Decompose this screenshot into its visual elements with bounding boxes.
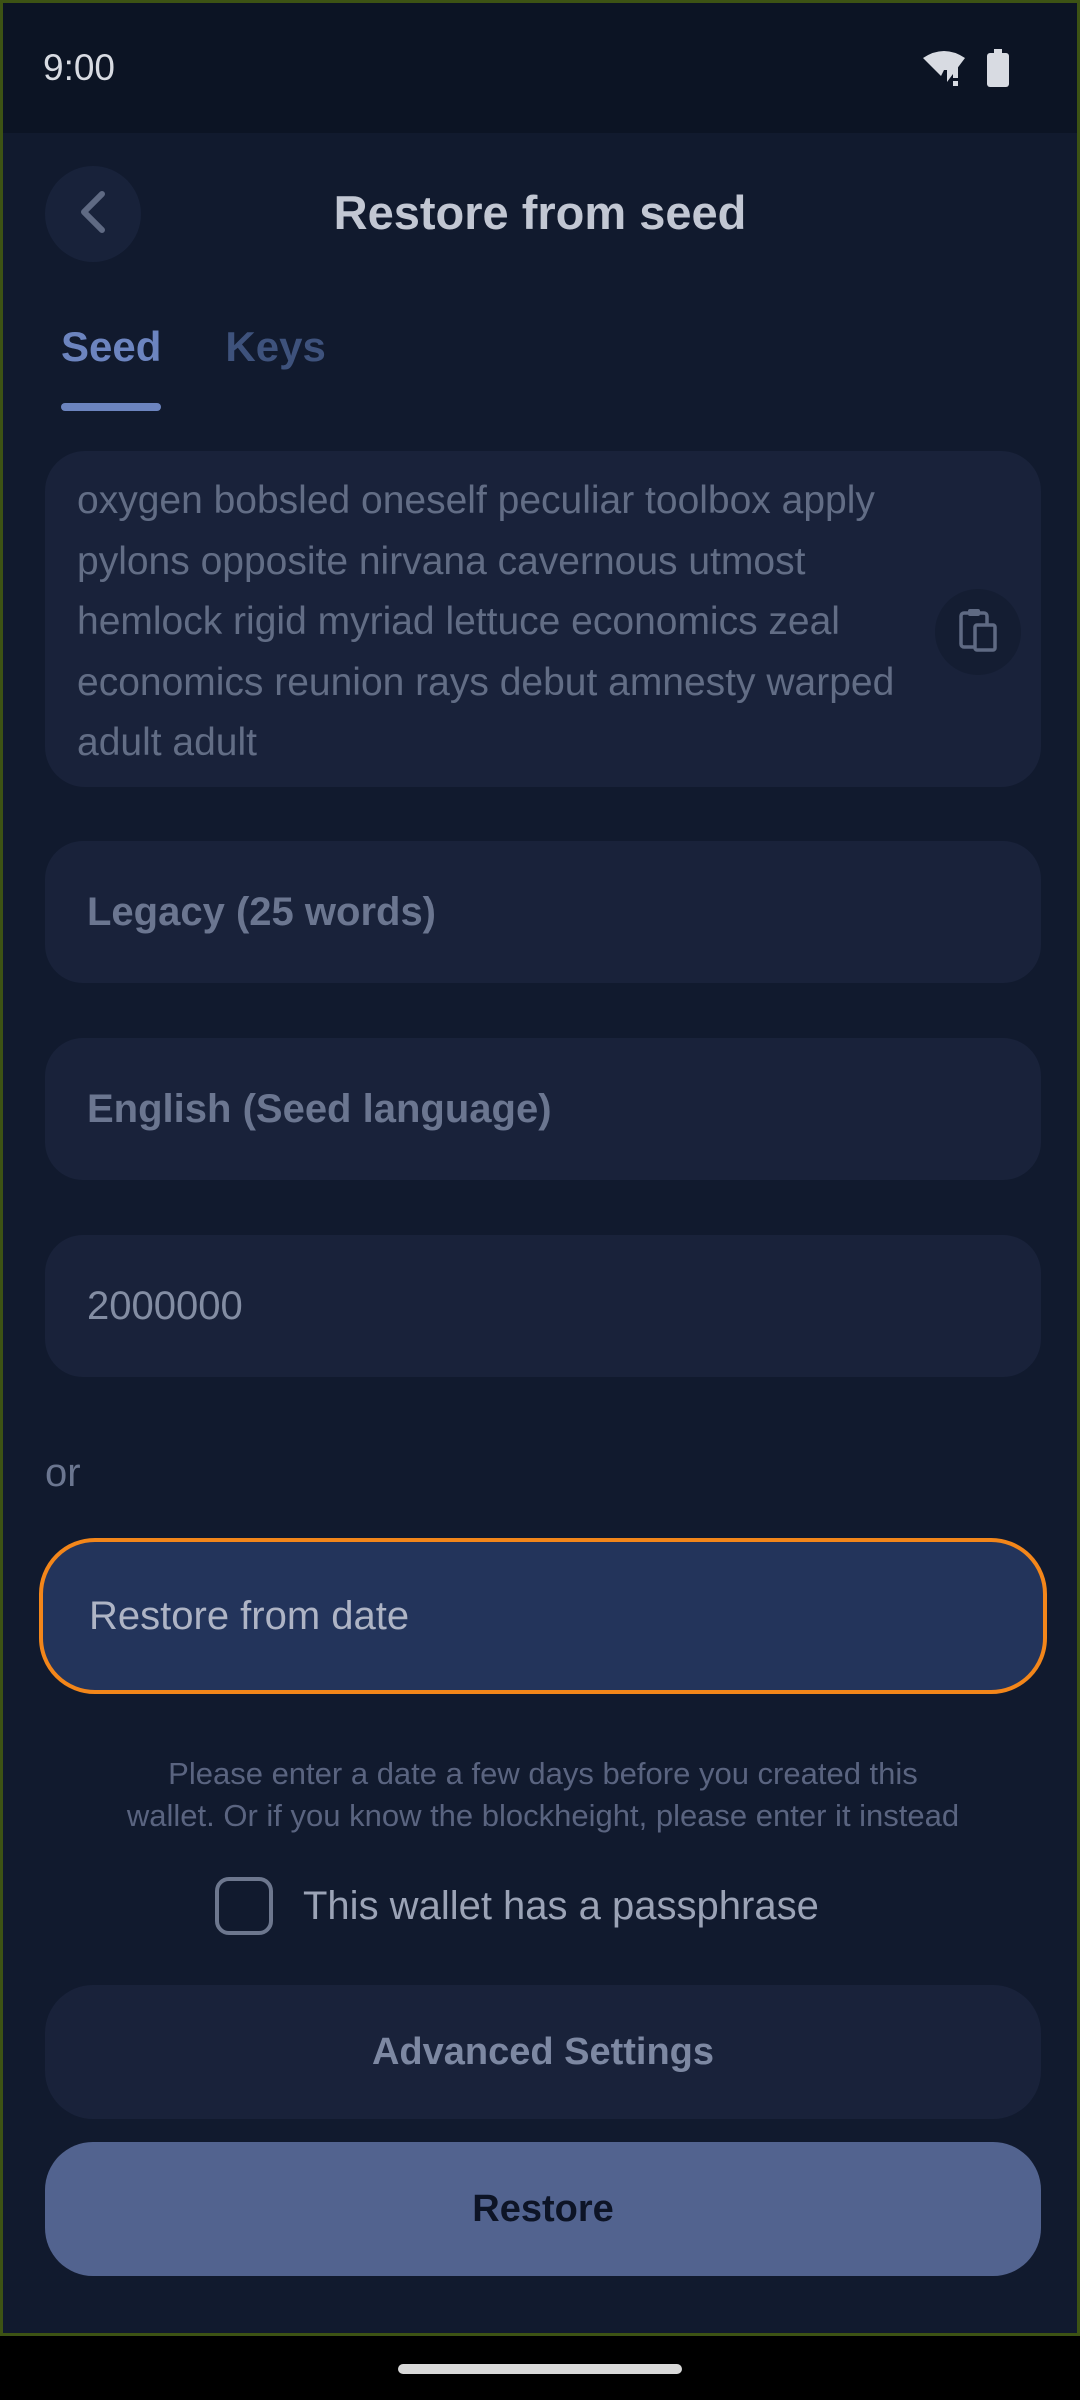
header: Restore from seed <box>3 133 1077 293</box>
passphrase-checkbox[interactable] <box>215 1877 273 1935</box>
battery-icon <box>987 49 1009 92</box>
gesture-nav-handle[interactable] <box>398 2364 682 2374</box>
restore-button[interactable]: Restore <box>45 2142 1041 2276</box>
restore-date-input[interactable]: Restore from date <box>39 1538 1047 1694</box>
page-title: Restore from seed <box>333 186 747 239</box>
app-screen: 9:00 Restore from seed Seed Keys oxygen … <box>0 0 1080 2336</box>
seed-type-select[interactable]: Legacy (25 words) <box>45 841 1041 983</box>
status-time: 9:00 <box>43 47 116 88</box>
hint-text: Please enter a date a few days before yo… <box>126 1756 960 1833</box>
block-height-input[interactable]: 2000000 <box>45 1235 1041 1377</box>
wifi-alert-icon <box>923 50 965 91</box>
or-label: or <box>45 1451 81 1495</box>
clipboard-paste-icon <box>958 607 998 658</box>
passphrase-option[interactable]: This wallet has a passphrase <box>215 1877 819 1935</box>
status-bar: 9:00 <box>3 3 1077 133</box>
tab-seed[interactable]: Seed <box>61 323 162 411</box>
advanced-settings-button[interactable]: Advanced Settings <box>45 1985 1041 2119</box>
passphrase-label: This wallet has a passphrase <box>303 1883 819 1928</box>
seed-text: oxygen bobsled oneself peculiar toolbox … <box>77 479 895 764</box>
tab-keys[interactable]: Keys <box>225 323 325 411</box>
tab-bar: Seed Keys <box>61 323 326 411</box>
seed-language-select[interactable]: English (Seed language) <box>45 1038 1041 1180</box>
paste-button[interactable] <box>935 589 1021 675</box>
seed-input[interactable]: oxygen bobsled oneself peculiar toolbox … <box>45 451 1041 787</box>
status-icons <box>923 49 1009 92</box>
